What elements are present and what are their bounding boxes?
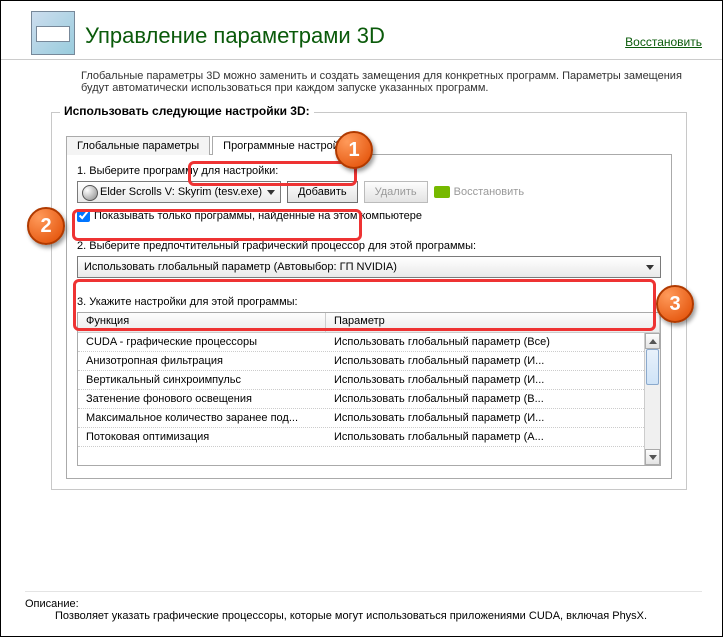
- col-parameter[interactable]: Параметр: [326, 313, 660, 332]
- settings-table: Функция Параметр CUDA - графические проц…: [77, 312, 661, 466]
- step1-row: 1. Выберите программу для настройки: Eld…: [77, 165, 661, 222]
- table-head: Функция Параметр: [78, 313, 660, 333]
- cell-function: Максимальное количество заранее под...: [78, 412, 326, 424]
- table-row[interactable]: CUDA - графические процессорыИспользоват…: [78, 333, 644, 352]
- nvidia-logo-icon: [434, 186, 450, 198]
- cell-parameter: Использовать глобальный параметр (И...: [326, 355, 644, 367]
- group-label: Использовать следующие настройки 3D:: [60, 104, 314, 118]
- step2-row: 2. Выберите предпочтительный графический…: [77, 240, 661, 278]
- gpu-combo[interactable]: Использовать глобальный параметр (Автовы…: [77, 256, 661, 278]
- remove-button: Удалить: [364, 181, 428, 203]
- step3-label: 3. Укажите настройки для этой программы:: [77, 296, 661, 308]
- add-button[interactable]: Добавить: [287, 181, 358, 203]
- nv-restore-button: Восстановить: [434, 186, 524, 198]
- gpu-combo-value: Использовать глобальный параметр (Автовы…: [84, 261, 397, 273]
- cell-parameter: Использовать глобальный параметр (А...: [326, 431, 644, 443]
- description-text: Позволяет указать графические процессоры…: [25, 610, 702, 622]
- intro-text: Глобальные параметры 3D можно заменить и…: [1, 60, 722, 94]
- cell-function: Анизотропная фильтрация: [78, 355, 326, 367]
- program-select-row: Elder Scrolls V: Skyrim (tesv.exe) Добав…: [77, 181, 661, 203]
- scroll-down-icon[interactable]: [645, 449, 660, 465]
- step3-row: 3. Укажите настройки для этой программы:…: [77, 296, 661, 466]
- nv-restore-label: Восстановить: [454, 186, 524, 198]
- header: Управление параметрами 3D Восстановить: [1, 1, 722, 60]
- tab-global[interactable]: Глобальные параметры: [66, 136, 210, 155]
- col-function[interactable]: Функция: [78, 313, 326, 332]
- tabs: Глобальные параметры Программные настрой…: [66, 135, 672, 155]
- restore-link[interactable]: Восстановить: [625, 35, 702, 55]
- scrollbar[interactable]: [644, 333, 660, 465]
- show-only-found-checkbox[interactable]: Показывать только программы, найденные н…: [77, 209, 661, 222]
- table-row[interactable]: Анизотропная фильтрацияИспользовать глоб…: [78, 352, 644, 371]
- settings-group: Использовать следующие настройки 3D: Гло…: [51, 112, 687, 490]
- table-row[interactable]: Потоковая оптимизацияИспользовать глобал…: [78, 428, 644, 447]
- scroll-up-icon[interactable]: [645, 333, 660, 349]
- cell-function: Затенение фонового освещения: [78, 393, 326, 405]
- step1-label: 1. Выберите программу для настройки:: [77, 165, 661, 177]
- table-row[interactable]: Затенение фонового освещенияИспользовать…: [78, 390, 644, 409]
- tab-program[interactable]: Программные настройки: [212, 136, 361, 155]
- cell-function: CUDA - графические процессоры: [78, 336, 326, 348]
- table-row[interactable]: Максимальное количество заранее под...Ис…: [78, 409, 644, 428]
- scroll-thumb[interactable]: [646, 349, 659, 385]
- show-only-found-input[interactable]: [77, 209, 90, 222]
- cell-parameter: Использовать глобальный параметр (И...: [326, 412, 644, 424]
- header-icon: [31, 11, 75, 55]
- cell-function: Вертикальный синхроимпульс: [78, 374, 326, 386]
- table-row[interactable]: Вертикальный синхроимпульсИспользовать г…: [78, 371, 644, 390]
- cell-function: Потоковая оптимизация: [78, 431, 326, 443]
- cell-parameter: Использовать глобальный параметр (И...: [326, 374, 644, 386]
- program-combo[interactable]: Elder Scrolls V: Skyrim (tesv.exe): [77, 181, 281, 203]
- description-label: Описание:: [25, 598, 702, 610]
- show-only-found-label: Показывать только программы, найденные н…: [94, 210, 422, 222]
- program-combo-value: Elder Scrolls V: Skyrim (tesv.exe): [100, 186, 262, 198]
- cell-parameter: Использовать глобальный параметр (Все): [326, 336, 644, 348]
- description-block: Описание: Позволяет указать графические …: [25, 591, 702, 622]
- page-title: Управление параметрами 3D: [85, 23, 625, 55]
- table-body: CUDA - графические процессорыИспользоват…: [78, 333, 644, 465]
- cell-parameter: Использовать глобальный параметр (В...: [326, 393, 644, 405]
- step2-label: 2. Выберите предпочтительный графический…: [77, 240, 661, 252]
- tab-content: 1. Выберите программу для настройки: Eld…: [66, 155, 672, 479]
